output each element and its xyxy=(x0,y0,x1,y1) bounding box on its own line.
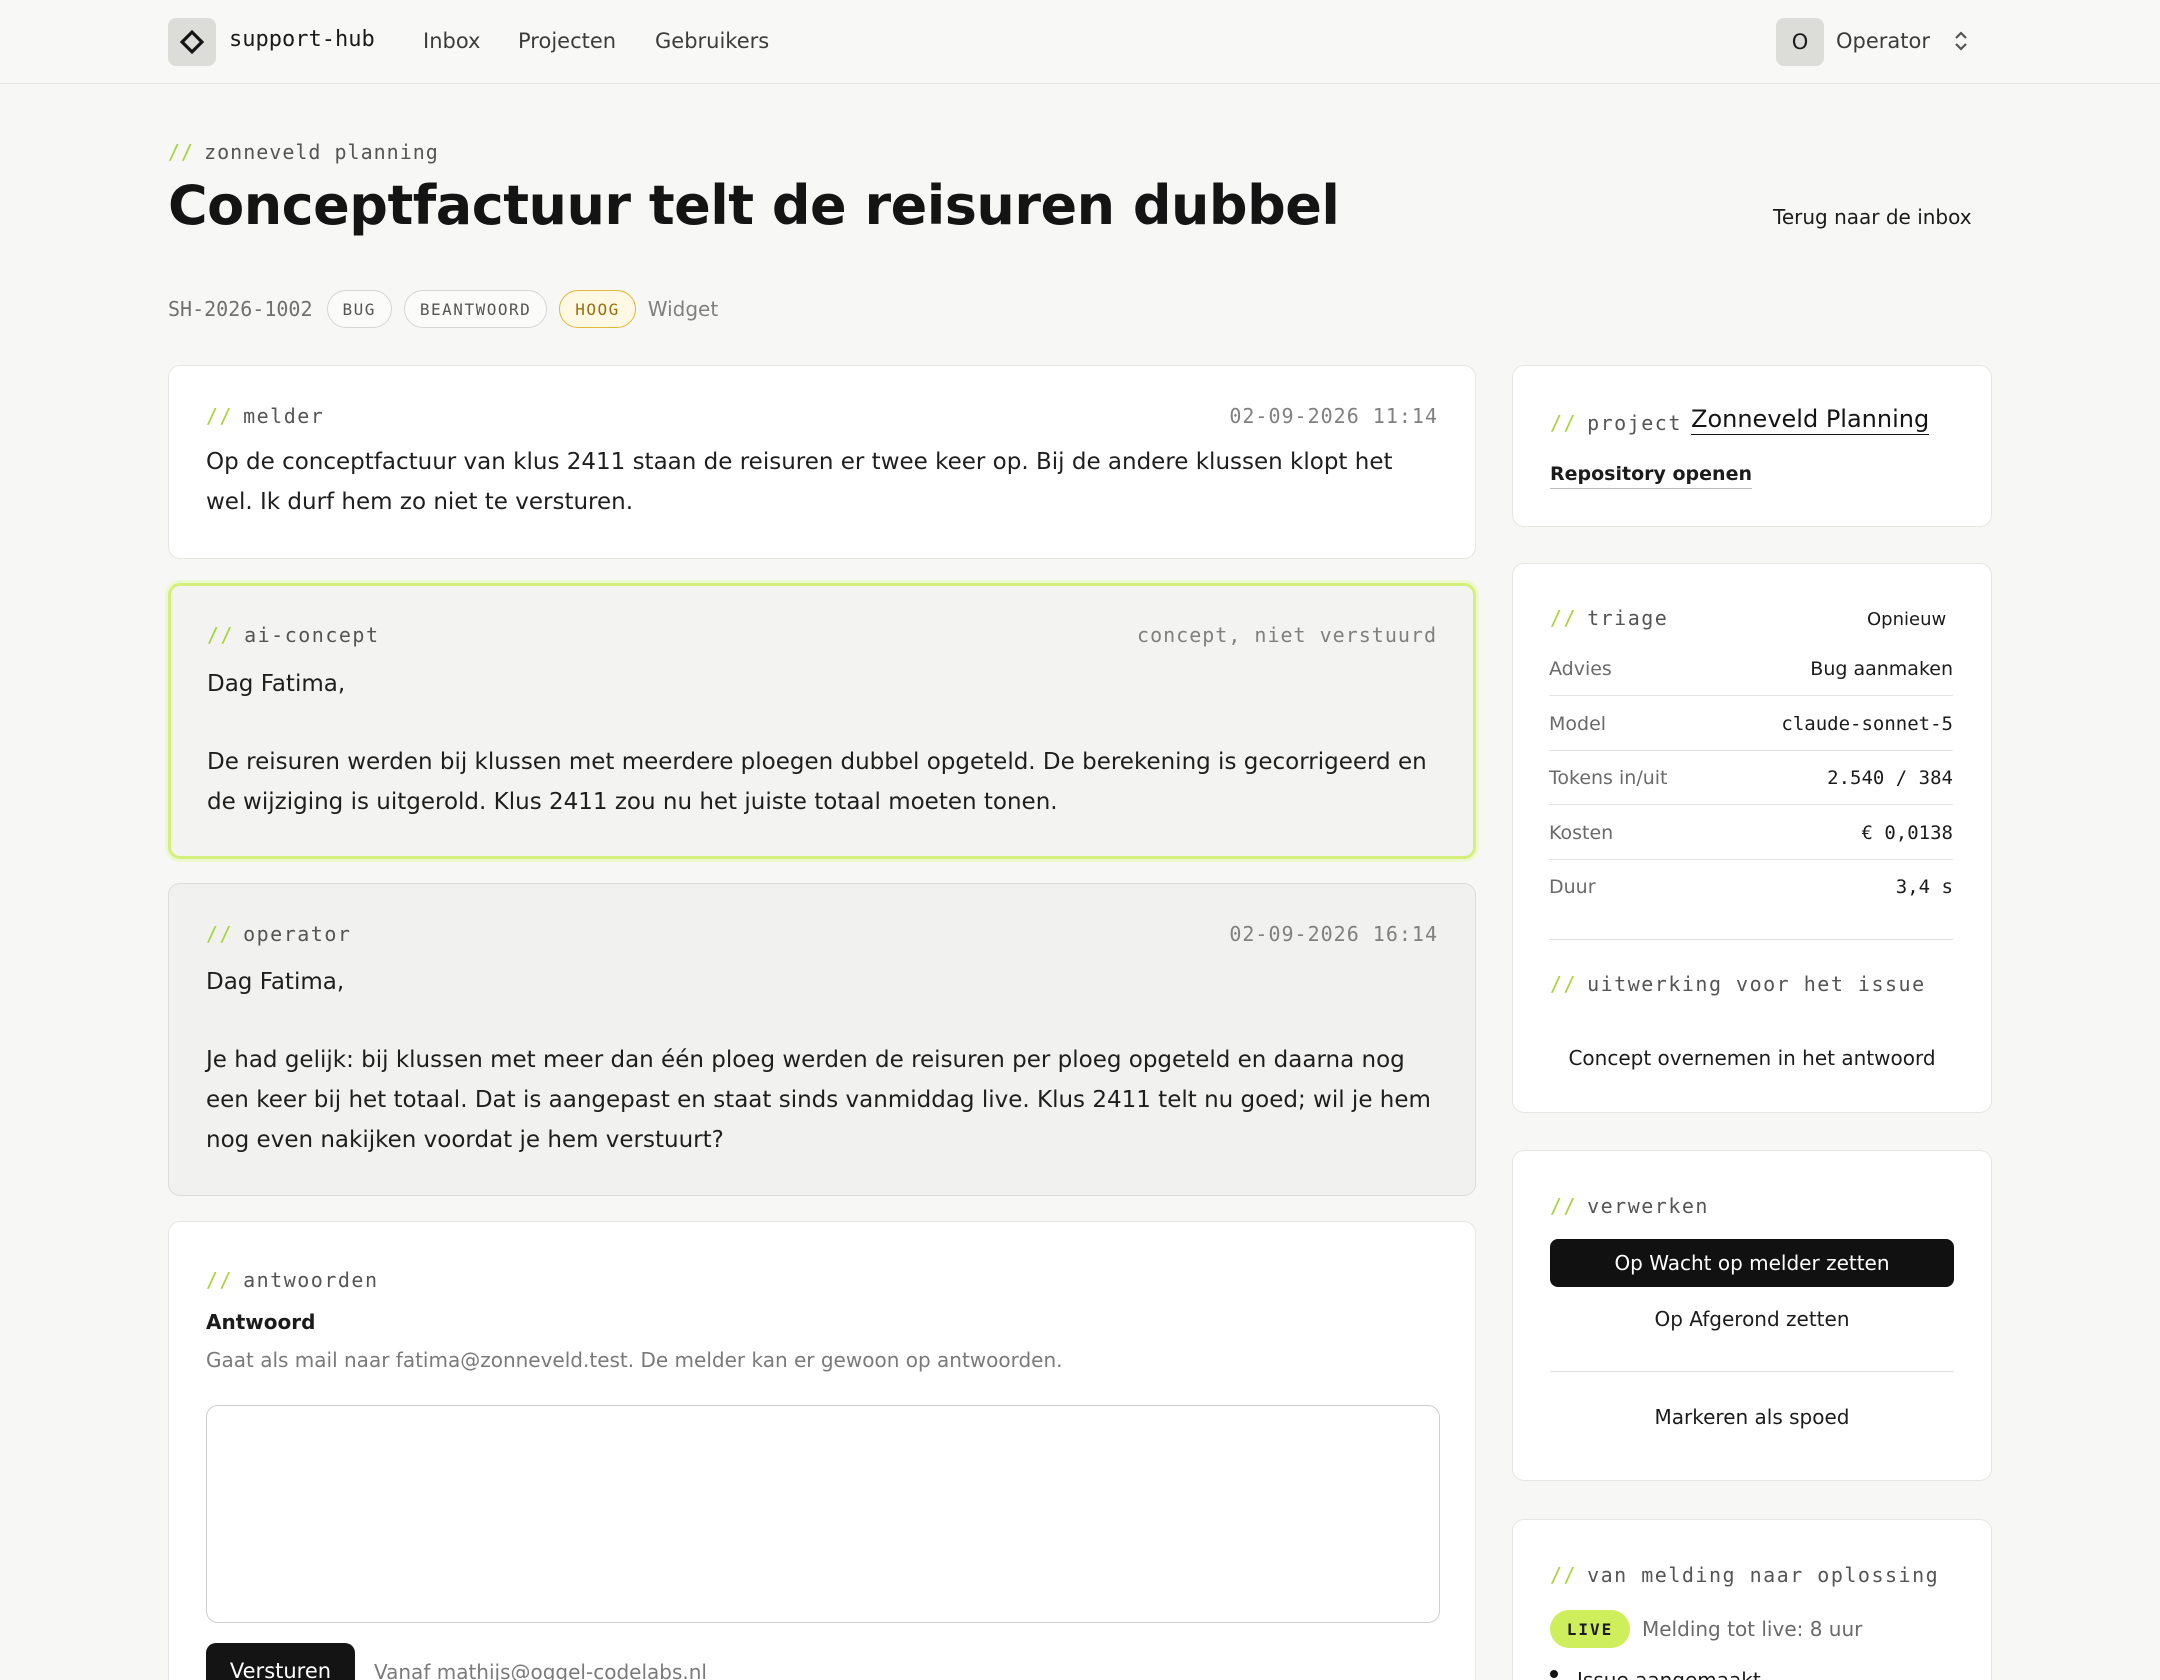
ai-draft-message: Dag Fatima, De reisuren werden bij kluss… xyxy=(207,671,1427,815)
process-card: //verwerken Op Wacht op melder zetten Op… xyxy=(1512,1150,1992,1481)
project-label: //project xyxy=(1550,411,1682,435)
reporter-label: //melder xyxy=(206,404,325,428)
set-done-button[interactable]: Op Afgerond zetten xyxy=(1550,1299,1954,1339)
process-divider xyxy=(1550,1371,1954,1372)
operator-timestamp: 02-09-2026 16:14 xyxy=(1229,922,1438,946)
reporter-message: Op de conceptfactuur van klus 2411 staan… xyxy=(206,449,1393,515)
project-eyebrow: //zonneveld planning xyxy=(168,140,439,164)
diamond-logo-icon xyxy=(179,29,205,55)
process-label: //verwerken xyxy=(1550,1194,1709,1218)
project-name-link[interactable]: Zonneveld Planning xyxy=(1691,405,1930,435)
page-title: Conceptfactuur telt de reisuren dubbel xyxy=(168,174,1340,237)
ai-draft-status: concept, niet verstuurd xyxy=(1137,623,1437,647)
reply-help-text: Gaat als mail naar fatima@zonneveld.test… xyxy=(206,1348,1063,1372)
user-avatar[interactable]: O xyxy=(1776,18,1824,66)
reply-textarea[interactable] xyxy=(206,1405,1440,1623)
stat-row-model: Model claude-sonnet-5 xyxy=(1549,697,1953,751)
timeline-card: //van melding naar oplossing LIVE Meldin… xyxy=(1512,1519,1992,1680)
status-badge: BEANTWOORD xyxy=(403,290,548,328)
triage-divider xyxy=(1549,939,1953,940)
nav-inbox[interactable]: Inbox xyxy=(423,29,480,53)
ai-draft-label: //ai-concept xyxy=(207,623,380,647)
reporter-message-card: //melder 02-09-2026 11:14 Op de conceptf… xyxy=(168,365,1476,559)
stat-row-tokens: Tokens in/uit 2.540 / 384 xyxy=(1549,751,1953,805)
back-to-inbox-link[interactable]: Terug naar de inbox xyxy=(1773,205,1972,229)
ticket-id: SH-2026-1002 xyxy=(168,297,313,321)
live-badge: LIVE xyxy=(1550,1610,1630,1648)
set-waiting-button[interactable]: Op Wacht op melder zetten xyxy=(1550,1239,1954,1287)
reply-card: //antwoorden Antwoord Gaat als mail naar… xyxy=(168,1221,1476,1680)
retry-triage-link[interactable]: Opnieuw xyxy=(1867,609,1946,630)
reply-label: //antwoorden xyxy=(206,1268,379,1292)
stat-row-advies: Advies Bug aanmaken xyxy=(1549,642,1953,696)
stat-row-duur: Duur 3,4 s xyxy=(1549,876,1953,898)
stat-row-kosten: Kosten € 0,0138 xyxy=(1549,806,1953,860)
app-name[interactable]: support-hub xyxy=(229,27,375,52)
channel-label: Widget xyxy=(647,297,719,321)
repository-link[interactable]: Repository openen xyxy=(1550,463,1752,489)
ai-draft-card: //ai-concept concept, niet verstuurd Dag… xyxy=(168,583,1476,859)
reply-field-label: Antwoord xyxy=(206,1310,316,1334)
mark-urgent-button[interactable]: Markeren als spoed xyxy=(1550,1397,1954,1437)
adopt-draft-button[interactable]: Concept overnemen in het antwoord xyxy=(1550,1038,1954,1078)
nav-projecten[interactable]: Projecten xyxy=(518,29,616,53)
issue-section-label: //uitwerking voor het issue xyxy=(1550,972,1926,996)
nav-gebruikers[interactable]: Gebruikers xyxy=(655,29,769,53)
ticket-meta: SH-2026-1002 BUG BEANTWOORD HOOG Widget xyxy=(168,290,718,328)
type-badge: BUG xyxy=(326,290,392,328)
operator-message-card: //operator 02-09-2026 16:14 Dag Fatima, … xyxy=(168,883,1476,1196)
logo[interactable] xyxy=(168,18,216,66)
reporter-timestamp: 02-09-2026 11:14 xyxy=(1229,404,1438,428)
timeline-item: Issue aangemaakt xyxy=(1577,1668,1761,1680)
send-button[interactable]: Versturen xyxy=(206,1643,355,1680)
timeline-label: //van melding naar oplossing xyxy=(1550,1563,1940,1587)
sender-address: Vanaf mathijs@oggel-codelabs.nl xyxy=(374,1660,707,1680)
project-card: //project Zonneveld Planning Repository … xyxy=(1512,365,1992,527)
timeline-bullet xyxy=(1550,1670,1558,1678)
triage-label: //triage xyxy=(1550,606,1669,630)
operator-message: Dag Fatima, Je had gelijk: bij klussen m… xyxy=(206,969,1431,1153)
operator-label: //operator xyxy=(206,922,352,946)
time-to-live: Melding tot live: 8 uur xyxy=(1642,1617,1863,1641)
user-name[interactable]: Operator xyxy=(1836,29,1930,53)
chevron-updown-icon[interactable] xyxy=(1950,28,1972,54)
top-bar: support-hub Inbox Projecten Gebruikers O… xyxy=(0,0,2160,84)
priority-badge: HOOG xyxy=(559,290,636,328)
